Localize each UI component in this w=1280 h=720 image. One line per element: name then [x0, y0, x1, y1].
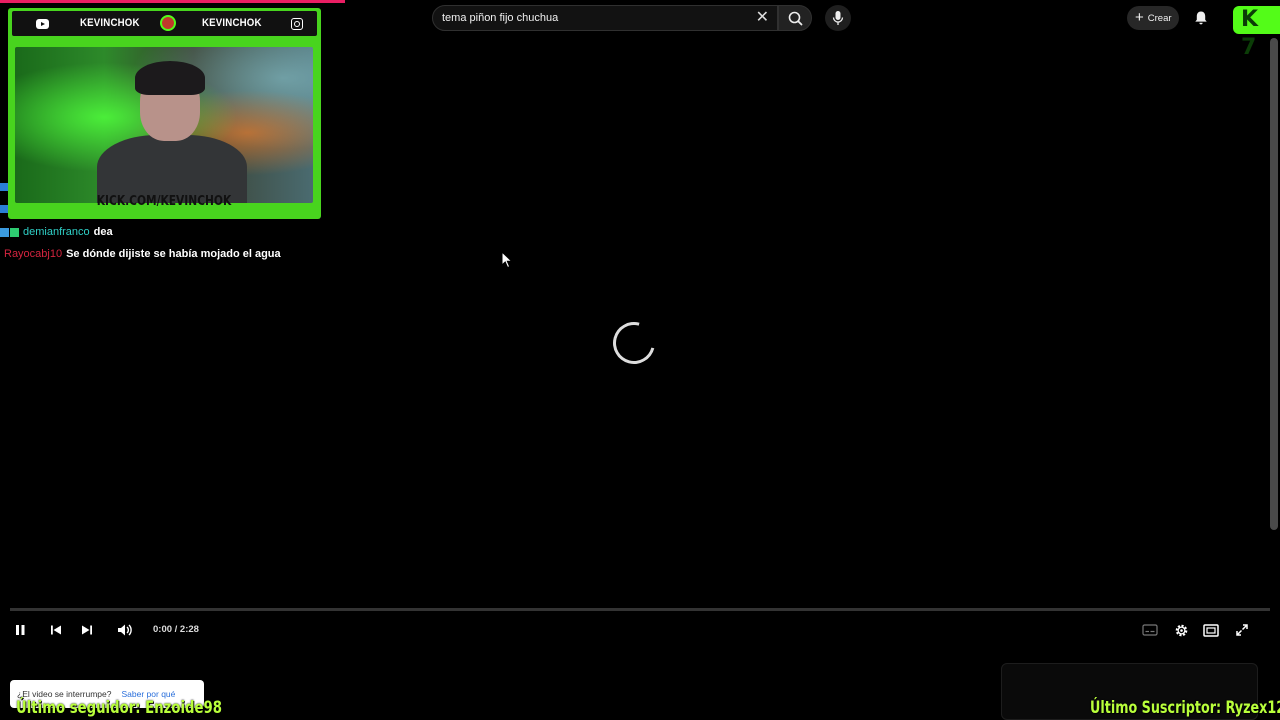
- theater-mode-icon: [1203, 623, 1219, 637]
- side-badge: [0, 183, 8, 191]
- chat-text: dea: [93, 226, 113, 238]
- fullscreen-button[interactable]: [1232, 614, 1252, 646]
- last-follower-alert: Último seguidor: Enzoide98: [16, 698, 222, 718]
- page-scrollbar[interactable]: [1270, 38, 1278, 530]
- streamer-body: [97, 135, 247, 203]
- previous-button[interactable]: [46, 614, 66, 646]
- theater-mode-button[interactable]: [1201, 614, 1221, 646]
- search-input[interactable]: tema piñon fijo chuchua: [442, 12, 558, 24]
- overlay-social-bar: KEVINCHOK KEVINCHOK: [12, 11, 317, 36]
- pause-icon: [16, 625, 25, 635]
- chat-badge-icon: [0, 227, 9, 237]
- create-button-label: Crear: [1147, 12, 1172, 24]
- side-badge: [0, 205, 8, 213]
- time-display: 0:00 / 2:28: [153, 624, 199, 635]
- kick-icon: [160, 15, 176, 31]
- next-button[interactable]: [77, 614, 97, 646]
- fullscreen-icon: [1236, 624, 1248, 636]
- clear-search-icon[interactable]: ✕: [756, 9, 769, 27]
- subtitles-button[interactable]: [1140, 614, 1160, 646]
- mic-icon: [832, 11, 844, 25]
- loading-spinner-icon: [605, 314, 663, 372]
- side-badges: [0, 183, 9, 227]
- volume-button[interactable]: [115, 614, 135, 646]
- instagram-icon: [291, 18, 303, 30]
- webcam-feed: [15, 47, 313, 203]
- mouse-cursor-icon: [501, 251, 513, 269]
- stream-overlay: KEVINCHOK KEVINCHOK KICK.COM/KEVINCHOK: [8, 8, 321, 219]
- chat-message: demianfranco dea: [0, 226, 113, 238]
- streamer-hair: [135, 61, 205, 95]
- player-controls: 0:00 / 2:28: [0, 614, 1280, 646]
- plus-icon: +: [1135, 9, 1144, 26]
- search-icon: [788, 11, 803, 26]
- settings-button[interactable]: [1171, 614, 1191, 646]
- kick-logo: K 7: [1233, 6, 1280, 60]
- chat-message: Rayocabj10 Se dónde dijiste se había moj…: [4, 248, 281, 260]
- create-button[interactable]: + Crear: [1127, 6, 1179, 30]
- overlay-caption-text: KICK.COM/KEVINCHOK: [97, 194, 232, 209]
- pause-button[interactable]: [10, 614, 30, 646]
- subtitles-icon: [1142, 624, 1158, 636]
- next-icon: [82, 625, 92, 635]
- youtube-channel-label: KEVINCHOK: [80, 17, 140, 29]
- volume-icon: [118, 624, 132, 636]
- previous-icon: [51, 625, 61, 635]
- voice-search-button[interactable]: [825, 5, 851, 31]
- search-button[interactable]: [778, 5, 812, 31]
- overlay-caption: KICK.COM/KEVINCHOK: [8, 194, 321, 209]
- gear-icon: [1175, 624, 1187, 636]
- chat-username: Rayocabj10: [4, 248, 63, 260]
- youtube-icon: [36, 19, 49, 29]
- instagram-channel-label: KEVINCHOK: [202, 17, 262, 29]
- bell-icon[interactable]: [1192, 9, 1210, 27]
- chat-username: demianfranco: [23, 226, 90, 238]
- last-subscriber-alert: Último Suscriptor: Ryzex1234: [1090, 698, 1280, 718]
- search-box[interactable]: tema piñon fijo chuchua ✕: [432, 5, 778, 31]
- chat-badge-icon: [10, 227, 19, 237]
- video-progress-bar[interactable]: [10, 608, 1270, 611]
- chat-text: Se dónde dijiste se había mojado el agua: [66, 248, 281, 260]
